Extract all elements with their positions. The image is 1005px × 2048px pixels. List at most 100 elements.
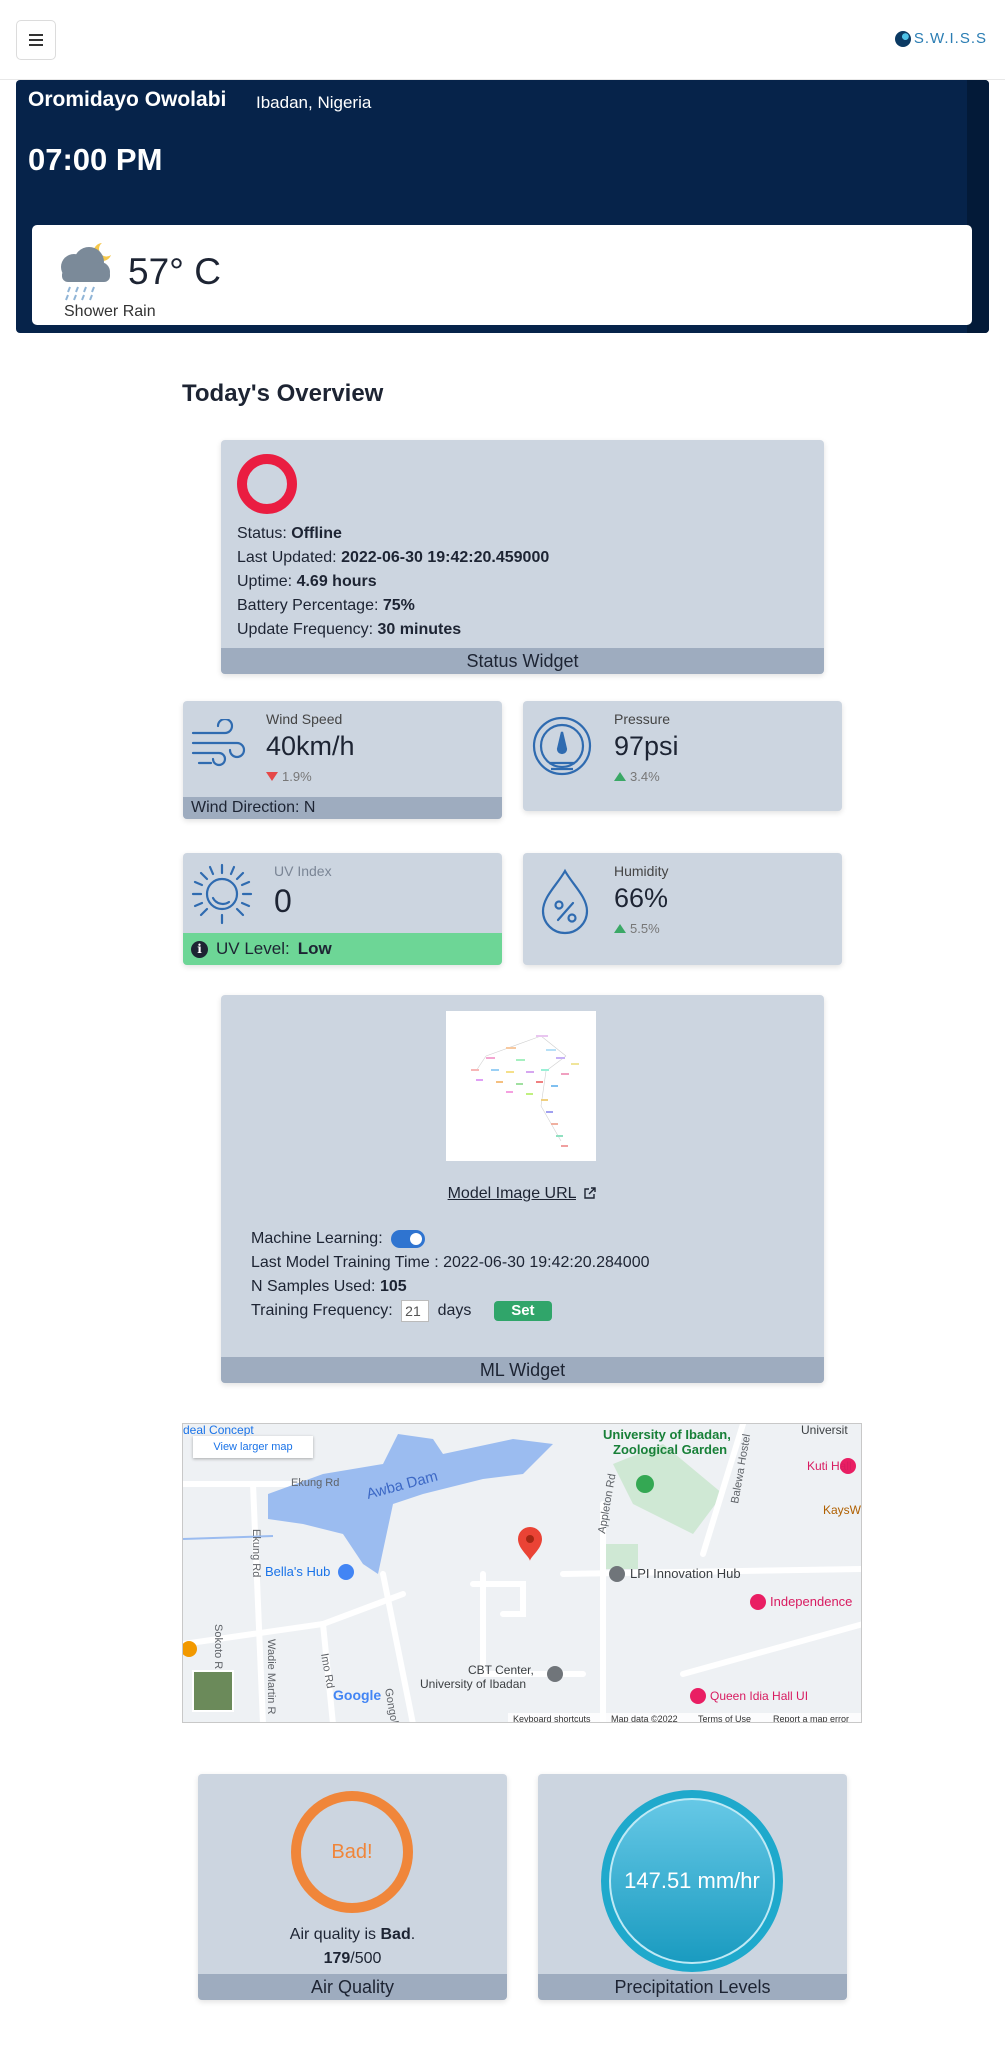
current-time: 07:00 PM: [28, 142, 163, 177]
humidity-change-value: 5.5%: [630, 921, 660, 936]
gauge-icon: [532, 716, 592, 776]
last-updated-label: Last Updated:: [237, 549, 342, 566]
air-quality-summary: Air quality is Bad. 179/500: [198, 1923, 507, 1971]
map-label-cbt: CBT Center,: [468, 1663, 534, 1677]
uptime-row: Uptime: 4.69 hours: [237, 570, 549, 594]
pressure-card: Pressure 97psi 3.4%: [523, 701, 842, 811]
map-terms[interactable]: Terms of Use: [698, 1714, 751, 1723]
training-frequency-label: Training Frequency:: [251, 1302, 393, 1319]
samples-label: N Samples Used:: [251, 1278, 380, 1295]
map-road-ekung: Ekung Rd: [291, 1477, 339, 1489]
map-label-kays: KaysWeeke: [823, 1503, 862, 1517]
training-frequency-unit: days: [437, 1302, 472, 1319]
view-larger-map-link[interactable]: View larger map: [193, 1436, 313, 1458]
ml-label: Machine Learning:: [251, 1230, 383, 1247]
precipitation-footer: Precipitation Levels: [538, 1974, 847, 2000]
google-logo: Google: [333, 1687, 381, 1703]
humidity-value: 66%: [614, 883, 669, 913]
ml-widget: Model Image URL Machine Learning: Last M…: [221, 995, 824, 1383]
brand-name: S.W.I.S.S: [913, 30, 987, 47]
air-quality-prefix: Air quality is: [289, 1926, 381, 1943]
model-image-link-text[interactable]: Model Image URL: [448, 1185, 576, 1202]
update-frequency-value: 30 minutes: [377, 621, 462, 638]
uv-index-value: 0: [274, 883, 292, 919]
air-quality-score-max: /500: [350, 1950, 382, 1967]
uv-level-bar: i UV Level: Low: [183, 933, 502, 965]
map-road-sokoto: Sokoto R: [212, 1624, 224, 1669]
status-row: Status: Offline: [237, 522, 549, 546]
update-frequency-label: Update Frequency:: [237, 621, 378, 638]
air-quality-footer: Air Quality: [198, 1974, 507, 2000]
ml-details: Machine Learning: Last Model Training Ti…: [251, 1227, 650, 1323]
wind-speed-card: Wind Speed 40km/h 1.9% Wind Direction: N: [183, 701, 502, 819]
map-keyboard-shortcuts[interactable]: Keyboard shortcuts: [513, 1714, 591, 1723]
overview-title: Today's Overview: [182, 380, 384, 407]
model-tree-image: [446, 1011, 596, 1161]
uptime-value: 4.69 hours: [296, 573, 377, 590]
air-quality-suffix: .: [410, 1926, 416, 1943]
sun-icon: [191, 863, 253, 925]
precipitation-value: 147.51 mm/hr: [609, 1798, 775, 1964]
water-drop-percent-icon: [541, 868, 589, 935]
last-updated-row: Last Updated: 2022-06-30 19:42:20.459000: [237, 546, 549, 570]
humidity-card: Humidity 66% 5.5%: [523, 853, 842, 965]
ml-toggle-switch[interactable]: [390, 1229, 425, 1248]
map-label-zoo: University of Ibadan,: [603, 1427, 731, 1442]
wind-icon: [191, 719, 246, 767]
user-name: Oromidayo Owolabi: [28, 88, 227, 111]
update-frequency-row: Update Frequency: 30 minutes: [237, 618, 549, 642]
status-details: Status: Offline Last Updated: 2022-06-30…: [237, 522, 549, 642]
map-label-queen: Queen Idia Hall UI: [710, 1689, 808, 1703]
precipitation-ring: 147.51 mm/hr: [601, 1790, 783, 1972]
status-widget: Status: Offline Last Updated: 2022-06-30…: [221, 440, 824, 674]
brand-logo[interactable]: S.W.I.S.S: [894, 30, 987, 47]
samples-value: 105: [379, 1278, 407, 1295]
info-icon: i: [191, 940, 208, 958]
wind-speed-change: 1.9%: [266, 769, 312, 784]
air-quality-sentence: Air quality is Bad.: [198, 1923, 507, 1947]
cloud-moon-rain-icon: [61, 243, 111, 301]
battery-row: Battery Percentage: 75%: [237, 594, 549, 618]
decision-tree-thumbnail: [471, 1035, 579, 1147]
status-indicator-ring: [237, 454, 297, 514]
top-navbar: S.W.I.S.S: [0, 0, 1005, 80]
menu-toggle-button[interactable]: [16, 20, 56, 60]
air-quality-ring: Bad!: [291, 1791, 413, 1913]
weather-card: 57° C Shower Rain: [32, 225, 972, 325]
map-label-univ: Universit: [801, 1424, 848, 1437]
map-road-wadie: Wadie Martin R: [265, 1639, 277, 1714]
uptime-label: Uptime:: [237, 573, 297, 590]
uv-level-value: Low: [297, 939, 332, 958]
uv-index-card: UV Index 0 i UV Level: Low: [183, 853, 502, 965]
hamburger-icon: [29, 34, 43, 46]
map-label-kuti: Kuti Hall: [807, 1459, 852, 1473]
training-time-value: 2022-06-30 19:42:20.284000: [443, 1254, 650, 1271]
pressure-value: 97psi: [614, 731, 679, 761]
ml-widget-footer: ML Widget: [221, 1357, 824, 1383]
external-link-icon: [584, 1187, 597, 1199]
humidity-label: Humidity: [614, 863, 669, 879]
trend-up-icon: [614, 924, 626, 933]
map-label-lpi: LPI Innovation Hub: [630, 1566, 741, 1581]
wind-speed-change-value: 1.9%: [282, 769, 312, 784]
precipitation-card: 147.51 mm/hr Precipitation Levels: [538, 1774, 847, 2000]
pressure-change-value: 3.4%: [630, 769, 660, 784]
status-value: Offline: [291, 525, 342, 542]
model-image-link[interactable]: Model Image URL: [221, 1185, 824, 1203]
samples-row: N Samples Used: 105: [251, 1275, 650, 1299]
map-data-credit: Map data ©2022: [611, 1714, 678, 1723]
training-time-row: Last Model Training Time : 2022-06-30 19…: [251, 1251, 650, 1275]
training-frequency-input[interactable]: 21: [401, 1299, 430, 1322]
ml-toggle-row: Machine Learning:: [251, 1227, 650, 1251]
battery-value: 75%: [382, 597, 415, 614]
map-report-error[interactable]: Report a map error: [773, 1714, 849, 1723]
battery-label: Battery Percentage:: [237, 597, 383, 614]
map-label-independence: Independence: [770, 1594, 852, 1609]
map-canvas[interactable]: Awba Dam University of Ibadan, Zoologica…: [183, 1424, 862, 1723]
set-frequency-button[interactable]: Set: [493, 1300, 552, 1321]
temperature-value: 57° C: [128, 251, 221, 292]
air-quality-score-value: 179: [323, 1950, 351, 1967]
map-label-bellas: Bella's Hub: [265, 1564, 330, 1579]
humidity-change: 5.5%: [614, 921, 660, 936]
location-map[interactable]: Awba Dam University of Ibadan, Zoologica…: [182, 1423, 862, 1723]
